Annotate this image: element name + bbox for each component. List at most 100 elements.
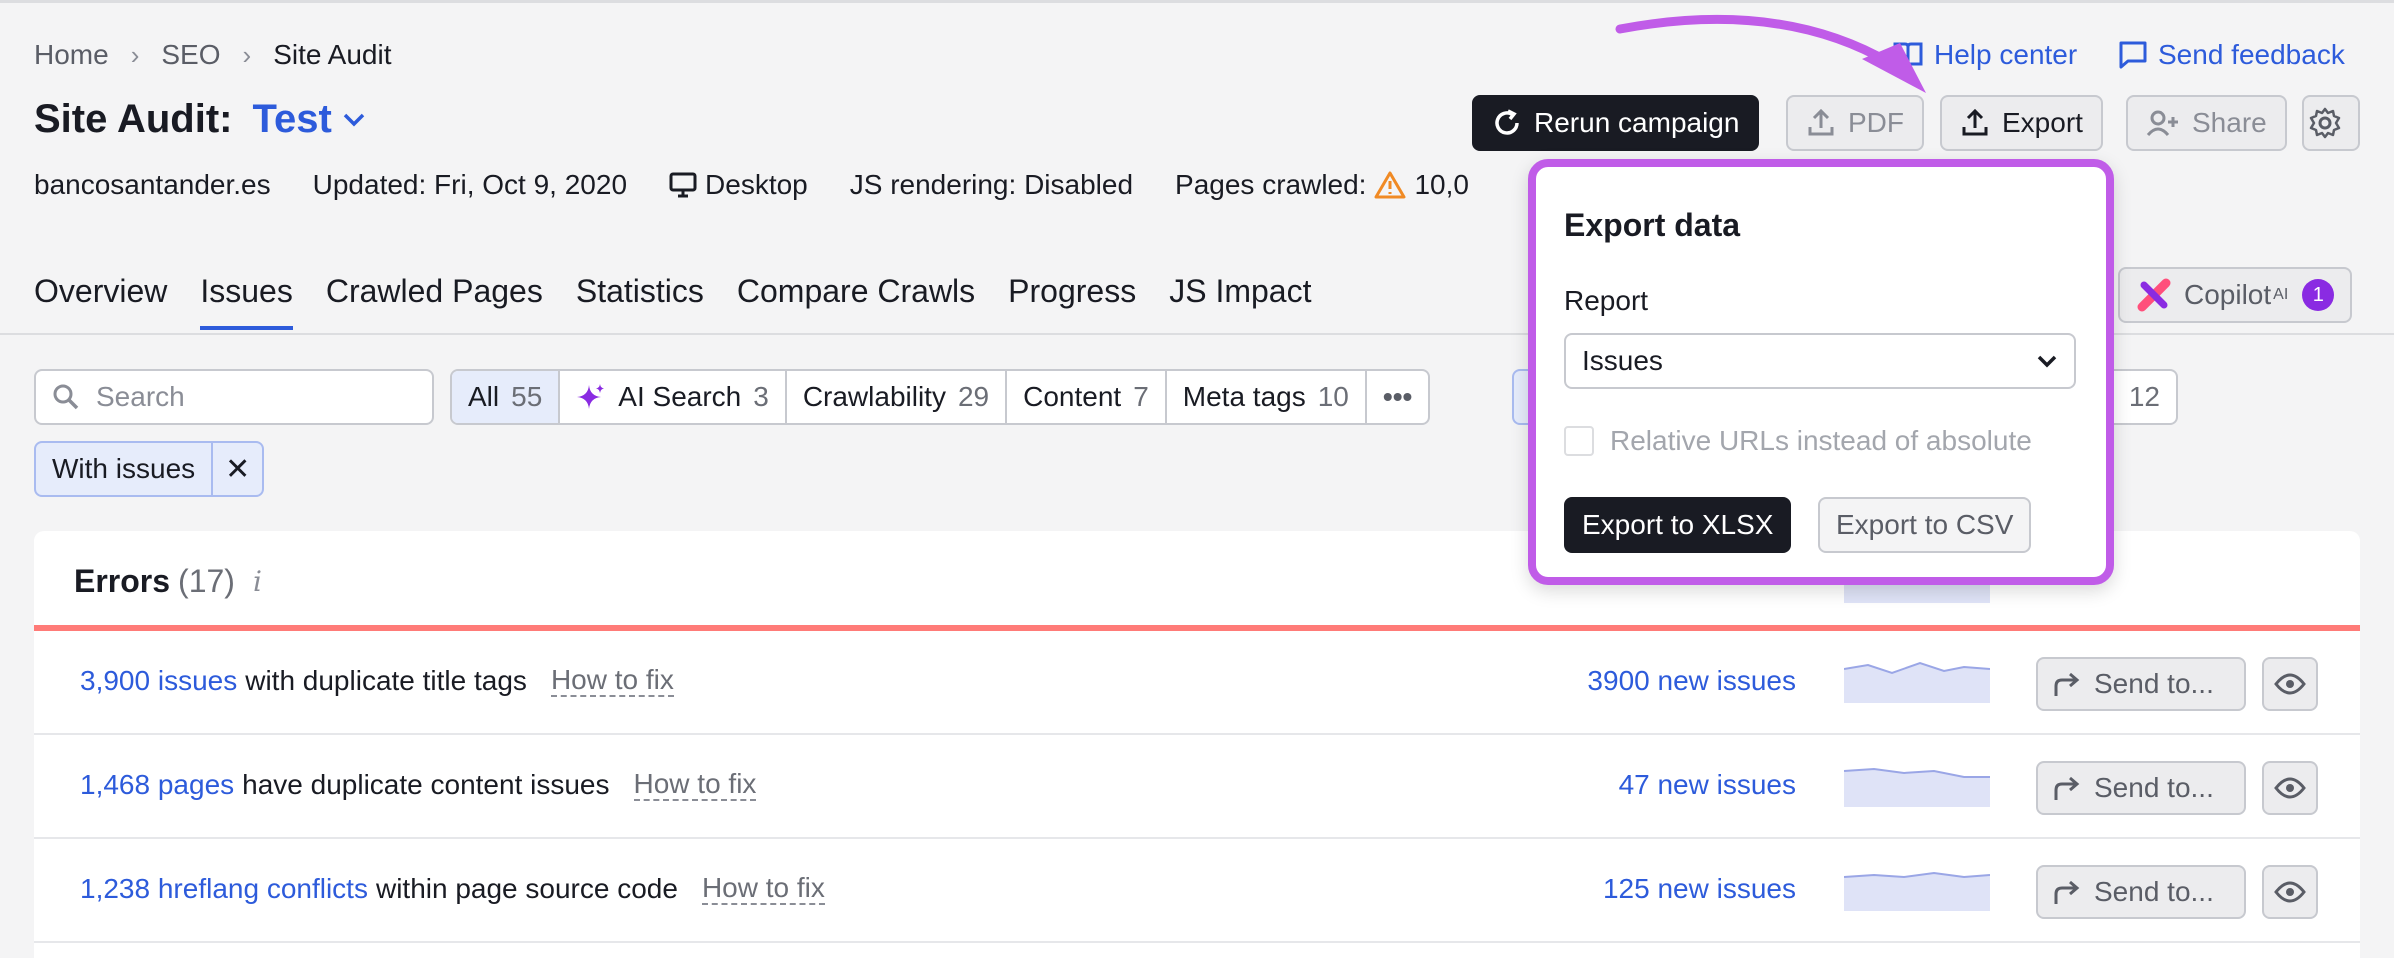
export-xlsx-button[interactable]: Export to XLSX bbox=[1564, 497, 1792, 553]
how-to-fix-link[interactable]: How to fix bbox=[701, 873, 825, 905]
new-issues-link[interactable]: 125 new issues bbox=[1496, 873, 1796, 905]
more-filters-button[interactable]: ••• bbox=[1367, 371, 1428, 423]
share-button[interactable]: Share bbox=[2126, 95, 2287, 151]
sparkline bbox=[1844, 871, 1990, 911]
tab-statistics[interactable]: Statistics bbox=[576, 273, 704, 330]
how-to-fix-link[interactable]: How to fix bbox=[633, 769, 757, 801]
device-label: Desktop bbox=[705, 169, 808, 200]
issue-text: with duplicate title tags bbox=[245, 665, 527, 696]
desktop-icon bbox=[669, 172, 697, 198]
device: Desktop bbox=[669, 169, 808, 201]
tab-progress[interactable]: Progress bbox=[1008, 273, 1136, 330]
copilot-badge: 1 bbox=[2302, 279, 2335, 311]
with-issues-chip: With issues ✕ bbox=[34, 441, 265, 497]
report-value: Issues bbox=[1582, 345, 1663, 376]
copilot-button[interactable]: Copilot AI 1 bbox=[2118, 267, 2353, 323]
errors-title: Errors bbox=[74, 563, 171, 599]
search-icon bbox=[53, 384, 79, 410]
sparkline bbox=[1844, 767, 1990, 807]
checkbox-label: Relative URLs instead of absolute bbox=[1610, 425, 2032, 456]
filter-meta-tags[interactable]: Meta tags 10 bbox=[1167, 371, 1367, 423]
gear-icon bbox=[2309, 107, 2341, 139]
report-select[interactable]: Issues bbox=[1564, 333, 2076, 389]
add-user-icon bbox=[2146, 110, 2178, 137]
checkbox[interactable] bbox=[1564, 426, 1594, 456]
breadcrumb: Home › SEO › Site Audit bbox=[34, 39, 392, 71]
pages-crawled: Pages crawled: 10,0 bbox=[1175, 169, 1469, 201]
filter-label: Meta tags bbox=[1182, 381, 1306, 412]
filter-label: Crawlability bbox=[802, 381, 946, 412]
pages-crawled-value: 10,0 bbox=[1414, 169, 1469, 200]
hide-issue-button[interactable] bbox=[2262, 761, 2318, 815]
copilot-label: Copilot bbox=[2184, 279, 2272, 310]
send-to-label: Send to... bbox=[2094, 668, 2214, 699]
breadcrumb-home[interactable]: Home bbox=[34, 39, 109, 71]
tab-overview[interactable]: Overview bbox=[34, 273, 167, 330]
chevron-right-icon: › bbox=[242, 39, 252, 70]
issue-link[interactable]: 3,900 issues bbox=[80, 665, 237, 697]
send-to-button[interactable]: Send to... bbox=[2036, 761, 2246, 815]
annotation-arrow bbox=[1615, 14, 1926, 93]
popup-title: Export data bbox=[1564, 207, 1741, 243]
warning-icon bbox=[1374, 171, 1406, 199]
pages-crawled-label: Pages crawled: bbox=[1175, 169, 1367, 200]
issue-text: within page source code bbox=[375, 873, 678, 904]
search-placeholder: Search bbox=[96, 381, 185, 412]
relative-urls-checkbox[interactable]: Relative URLs instead of absolute bbox=[1564, 425, 2032, 457]
domain: bancosantander.es bbox=[34, 169, 271, 200]
share-label: Share bbox=[2192, 107, 2267, 138]
share-arrow-icon bbox=[2054, 776, 2080, 800]
filter-all[interactable]: All 55 bbox=[452, 371, 561, 423]
errors-heading: Errors (17) i bbox=[74, 563, 262, 600]
filter-ai-search[interactable]: AI Search 3 bbox=[560, 371, 787, 423]
info-icon[interactable]: i bbox=[253, 565, 262, 598]
how-to-fix-link[interactable]: How to fix bbox=[550, 665, 674, 697]
comment-icon bbox=[2119, 41, 2147, 69]
send-feedback-link[interactable]: Send feedback bbox=[2118, 39, 2345, 71]
filter-crawlability[interactable]: Crawlability 29 bbox=[787, 371, 1008, 423]
sparkle-icon bbox=[577, 384, 605, 409]
page-title: Site Audit: Test bbox=[34, 97, 366, 142]
tab-issues[interactable]: Issues bbox=[200, 273, 293, 330]
search-input[interactable]: Search bbox=[34, 369, 434, 425]
close-icon[interactable]: ✕ bbox=[211, 443, 262, 495]
filter-content[interactable]: Content 7 bbox=[1007, 371, 1167, 423]
eye-icon bbox=[2274, 777, 2306, 799]
new-issues-link[interactable]: 47 new issues bbox=[1496, 769, 1796, 801]
filter-label: AI Search bbox=[618, 381, 742, 412]
filter-label: All bbox=[468, 381, 500, 412]
settings-button[interactable] bbox=[2302, 95, 2360, 151]
issue-description: 1,468 pages have duplicate content issue… bbox=[80, 769, 757, 801]
send-to-label: Send to... bbox=[2094, 772, 2214, 803]
share-arrow-icon bbox=[2054, 880, 2080, 904]
js-rendering: JS rendering: Disabled bbox=[849, 169, 1134, 200]
copilot-ai-sup: AI bbox=[2273, 286, 2289, 303]
more-icon: ••• bbox=[1382, 381, 1413, 412]
tab-bar: Overview Issues Crawled Pages Statistics… bbox=[34, 273, 1344, 330]
issue-description: 1,238 hreflang conflicts within page sou… bbox=[80, 873, 825, 905]
send-feedback-label: Send feedback bbox=[2158, 39, 2345, 70]
new-issues-link[interactable]: 3900 new issues bbox=[1496, 665, 1796, 697]
updated-date: Updated: Fri, Oct 9, 2020 bbox=[312, 169, 628, 200]
chevron-right-icon: › bbox=[130, 39, 140, 70]
project-selector[interactable]: Test bbox=[253, 97, 366, 142]
errors-count: (17) bbox=[178, 563, 235, 599]
send-to-button[interactable]: Send to... bbox=[2036, 657, 2246, 711]
hide-issue-button[interactable] bbox=[2262, 865, 2318, 919]
tab-crawled-pages[interactable]: Crawled Pages bbox=[326, 273, 543, 330]
project-name: Test bbox=[252, 97, 332, 141]
filter-count: 7 bbox=[1133, 381, 1149, 412]
filter-count: 55 bbox=[511, 381, 543, 412]
report-label: Report bbox=[1564, 285, 1649, 316]
hide-issue-button[interactable] bbox=[2262, 657, 2318, 711]
send-to-button[interactable]: Send to... bbox=[2036, 865, 2246, 919]
issue-link[interactable]: 1,238 hreflang conflicts bbox=[80, 873, 368, 905]
issue-link[interactable]: 1,468 pages bbox=[80, 769, 234, 801]
export-csv-button[interactable]: Export to CSV bbox=[1818, 497, 2032, 553]
tab-js-impact[interactable]: JS Impact bbox=[1169, 273, 1311, 330]
share-arrow-icon bbox=[2054, 672, 2080, 696]
breadcrumb-seo[interactable]: SEO bbox=[161, 39, 220, 71]
tab-compare-crawls[interactable]: Compare Crawls bbox=[737, 273, 975, 330]
filter-label: Content bbox=[1023, 381, 1122, 412]
copilot-logo-icon bbox=[2137, 278, 2171, 312]
